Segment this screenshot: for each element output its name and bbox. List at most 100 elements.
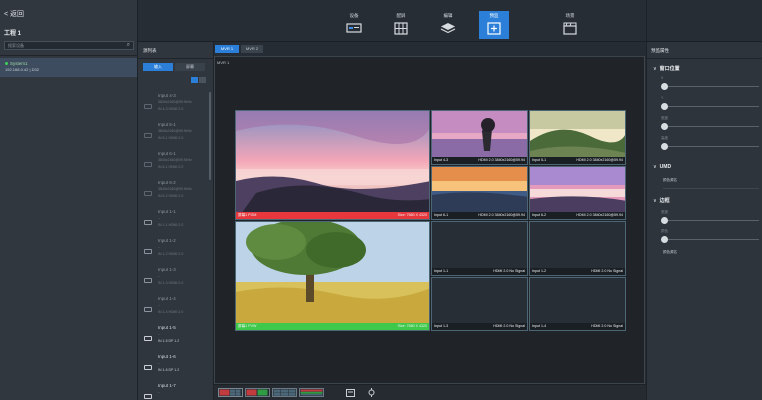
source-window[interactable]: Input 1-2 HDMI 2.0 No Signal bbox=[529, 221, 626, 276]
slider-knob[interactable] bbox=[661, 83, 668, 90]
source-item[interactable]: Input 1-7 -- bbox=[144, 382, 208, 400]
source-window[interactable]: Input 1-1 HDMI 2.0 No Signal bbox=[431, 221, 528, 276]
source-window[interactable]: Input 1-4 HDMI 2.0 No Signal bbox=[529, 277, 626, 331]
list-view-toggle[interactable] bbox=[191, 77, 198, 83]
toolbar-device-button[interactable]: 设备 bbox=[339, 11, 369, 39]
source-item[interactable]: Input 5-1 3840x2160@59.94Hz IN 5-1 HDMI … bbox=[144, 121, 208, 150]
project-title: 工程 1 bbox=[4, 31, 22, 37]
width-slider[interactable] bbox=[661, 123, 759, 130]
device-search-input[interactable]: 搜索设备 ⌕ bbox=[4, 41, 134, 50]
source-window[interactable]: Input 6-1 HDMI 2.0 3840x2160@59.94 bbox=[431, 166, 528, 220]
tab-mvr-2[interactable]: MVR 2 bbox=[241, 45, 263, 53]
main-toolbar: 设备 配屏 编辑 预监 场景 bbox=[138, 0, 646, 42]
canvas-title: MVR 1 bbox=[217, 60, 230, 65]
source-caption: Input 6-1 HDMI 2.0 3840x2160@59.94 bbox=[432, 212, 527, 219]
input-icon bbox=[144, 336, 152, 341]
device-item[interactable]: System1 192.168.0.42 | D32 bbox=[0, 58, 137, 77]
tile-source-name: Input 1-1 bbox=[434, 269, 449, 273]
layout-template-2[interactable] bbox=[245, 388, 270, 397]
search-placeholder: 搜索设备 bbox=[8, 43, 24, 48]
tile-source-name: Input 6-1 bbox=[434, 213, 449, 217]
slider-knob[interactable] bbox=[661, 143, 668, 150]
tab-mvr-1[interactable]: MVR 1 bbox=[215, 45, 239, 53]
source-item[interactable]: Input 4-3 3840x2160@59.94Hz IN 4-3 HDMI … bbox=[144, 92, 208, 121]
source-name: Input 1-5 bbox=[158, 325, 176, 330]
layers-icon bbox=[440, 23, 456, 34]
source-resolution: 3840x2160@59.94Hz bbox=[158, 158, 192, 162]
input-icon bbox=[144, 278, 152, 283]
layout-grid-icon bbox=[273, 389, 296, 396]
layout-grid-icon bbox=[300, 389, 323, 396]
source-item[interactable]: Input 6-1 3840x2160@59.94Hz IN 6-1 HDMI … bbox=[144, 150, 208, 179]
layout-template-1[interactable] bbox=[218, 388, 243, 397]
pgm-window[interactable]: 屏幕1 PGM Size: 7680 X 4320 bbox=[235, 110, 430, 220]
border-option[interactable]: 颜色源名 bbox=[663, 250, 677, 255]
source-item[interactable]: Input 1-5 -- IN 1-5 DP 1.2 bbox=[144, 324, 208, 353]
settings-icon[interactable] bbox=[367, 388, 376, 397]
source-item[interactable]: Input 1-3 -- IN 1-3 HDMI 2.0 bbox=[144, 266, 208, 295]
source-window[interactable]: Input 1-3 HDMI 2.0 No Signal bbox=[431, 277, 528, 331]
tile-source-name: Input 1-3 bbox=[434, 324, 449, 328]
source-window[interactable]: Input 6-2 HDMI 2.0 3840x2160@59.94 bbox=[529, 166, 626, 220]
section-umd[interactable]: UMD bbox=[653, 164, 671, 170]
slider-knob[interactable] bbox=[661, 103, 668, 110]
multiviewer-workspace: MVR 1 MVR 2 MVR 1 屏幕1 PGM Size: 7680 X 43… bbox=[214, 42, 646, 400]
source-name: Input 6-2 bbox=[158, 180, 176, 185]
source-item[interactable]: Input 1-4 -- IN 1-4 HDMI 2.0 bbox=[144, 295, 208, 324]
toolbar-edit-button[interactable]: 编辑 bbox=[433, 11, 463, 39]
source-port: IN 1-3 HDMI 2.0 bbox=[158, 281, 184, 285]
save-layout-icon[interactable] bbox=[346, 389, 355, 397]
source-item[interactable]: Input 6-2 3840x2160@59.94Hz IN 6-2 HDMI … bbox=[144, 179, 208, 208]
section-border[interactable]: 边框 bbox=[653, 197, 670, 204]
tab-screen[interactable]: 屏幕 bbox=[175, 63, 205, 71]
source-resolution: -- bbox=[158, 245, 161, 249]
source-port: IN 4-3 HDMI 2.0 bbox=[158, 107, 184, 111]
pvw-window[interactable]: 屏幕1 PVW Size: 7680 X 4320 bbox=[235, 221, 430, 331]
search-icon[interactable]: ⌕ bbox=[127, 42, 130, 49]
height-slider[interactable] bbox=[661, 143, 759, 150]
layout-template-4[interactable] bbox=[299, 388, 324, 397]
slider-knob[interactable] bbox=[661, 123, 668, 130]
slider-knob[interactable] bbox=[661, 217, 668, 224]
source-name: Input 1-2 bbox=[158, 238, 176, 243]
mvr-canvas[interactable]: MVR 1 屏幕1 PGM Size: 7680 X 4320 屏幕1 PVW … bbox=[214, 56, 645, 384]
toolbar-scene-button[interactable]: 场景 bbox=[555, 11, 585, 39]
pvw-label: 屏幕1 PVW bbox=[238, 324, 257, 328]
source-window[interactable]: Input 5-1 HDMI 2.0 3840x2160@59.94 bbox=[529, 110, 626, 165]
border-color-slider[interactable] bbox=[661, 236, 759, 243]
source-item[interactable]: Input 1-6 -- IN 1-6 DP 1.2 bbox=[144, 353, 208, 382]
pvw-size: Size: 7680 X 4320 bbox=[397, 324, 427, 328]
source-port: IN 1-1 HDMI 2.0 bbox=[158, 223, 184, 227]
input-icon bbox=[144, 220, 152, 225]
tile-source-name: Input 5-1 bbox=[532, 158, 547, 162]
source-item[interactable]: Input 1-1 -- IN 1-1 HDMI 2.0 bbox=[144, 208, 208, 237]
toolbar-label: 预监 bbox=[489, 13, 499, 18]
source-port: IN 6-2 HDMI 2.0 bbox=[158, 194, 184, 198]
tile-source-name: Input 1-4 bbox=[532, 324, 547, 328]
divider bbox=[663, 188, 759, 189]
umd-option[interactable]: 颜色源名 bbox=[663, 178, 677, 183]
source-caption: Input 1-2 HDMI 2.0 No Signal bbox=[530, 268, 625, 275]
toolbar-monitor-button[interactable]: 预监 bbox=[479, 11, 509, 39]
back-button[interactable]: < 返回 bbox=[4, 9, 24, 19]
section-window-position[interactable]: 窗口位置 bbox=[653, 65, 680, 72]
source-window[interactable]: Input 4-3 HDMI 2.0 3840x2160@59.94 bbox=[431, 110, 528, 165]
tile-source-info: HDMI 2.0 No Signal bbox=[493, 324, 525, 328]
tab-input[interactable]: 输入 bbox=[143, 63, 173, 71]
source-item[interactable]: Input 1-2 -- IN 1-2 HDMI 2.0 bbox=[144, 237, 208, 266]
input-icon bbox=[144, 307, 152, 312]
source-name: Input 6-1 bbox=[158, 151, 176, 156]
input-icon bbox=[144, 162, 152, 167]
source-resolution: -- bbox=[158, 274, 161, 278]
tile-source-name: Input 4-3 bbox=[434, 158, 449, 162]
device-address: 192.168.0.42 | D32 bbox=[5, 67, 39, 72]
field-label: 宽度 bbox=[661, 210, 668, 214]
border-width-slider[interactable] bbox=[661, 217, 759, 224]
y-slider[interactable] bbox=[661, 103, 759, 110]
layout-template-3[interactable] bbox=[272, 388, 297, 397]
source-list-scrollbar[interactable] bbox=[209, 92, 211, 180]
toolbar-screen-config-button[interactable]: 配屏 bbox=[386, 11, 416, 39]
slider-knob[interactable] bbox=[661, 236, 668, 243]
grid-view-toggle[interactable] bbox=[199, 77, 206, 83]
x-slider[interactable] bbox=[661, 83, 759, 90]
